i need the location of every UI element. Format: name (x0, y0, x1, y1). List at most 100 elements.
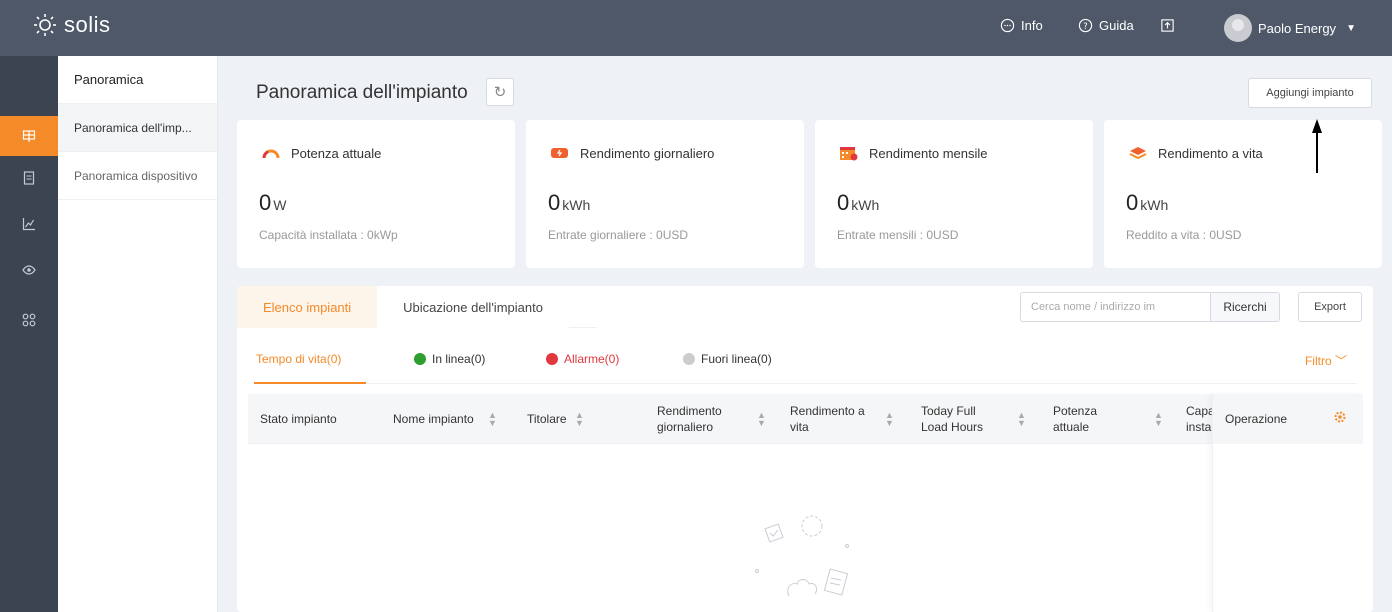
refresh-icon: ↻ (493, 84, 507, 101)
sidebar-header: Panoramica (58, 56, 217, 104)
help-icon: ? (1078, 18, 1093, 33)
add-plant-button[interactable]: Aggiungi impianto (1248, 78, 1372, 108)
filter-dropdown[interactable]: Filtro ﹀ (1305, 352, 1347, 369)
panel-tabs: Elenco impianti Ubicazione dell'impianto (237, 286, 597, 328)
eye-icon (22, 265, 36, 275)
alarm-dot-icon (546, 353, 558, 365)
search-button[interactable]: Ricerchi (1210, 292, 1280, 322)
chat-bubble-icon (1000, 18, 1015, 33)
plant-list-panel: Elenco impianti Ubicazione dell'impianto… (237, 286, 1373, 612)
card-value: 0 (259, 190, 272, 215)
card-value: 0 (1126, 190, 1139, 215)
rail-devices[interactable] (0, 158, 58, 198)
online-dot-icon (414, 353, 426, 365)
card-current-power: Potenza attuale 0W Capacità installata :… (237, 120, 515, 268)
export-button[interactable]: Export (1298, 292, 1362, 322)
layers-icon (1129, 147, 1147, 160)
sort-icon[interactable]: ▲ ▼ (1017, 411, 1026, 428)
card-lifetime-yield: Rendimento a vita 0 kWh Reddito a vita : … (1104, 120, 1382, 268)
filter-label: Allarme(0) (564, 352, 620, 366)
user-menu[interactable]: Paolo Energy ▼ (1224, 14, 1356, 42)
filter-offline[interactable]: Fuori linea(0) (683, 352, 772, 366)
annotation-arrow-icon (1312, 119, 1322, 173)
card-subtitle: Entrate giornaliere : 0USD (548, 228, 689, 242)
card-title: Potenza attuale (291, 145, 382, 161)
card-title: Rendimento mensile (869, 145, 988, 161)
caret-down-icon: ▼ (1346, 22, 1356, 34)
search-input[interactable]: Cerca nome / indirizzo im (1020, 292, 1210, 322)
rail-apps[interactable] (0, 300, 58, 340)
card-value: 0 (548, 190, 561, 215)
filter-dropdown-label: Filtro (1304, 354, 1332, 368)
info-link[interactable]: Info (1000, 18, 1043, 33)
sun-logo-icon (34, 14, 56, 36)
tab-plant-list[interactable]: Elenco impianti (237, 286, 378, 328)
rail-plant[interactable] (0, 116, 58, 156)
info-label: Info (1021, 18, 1043, 33)
offline-dot-icon (683, 353, 695, 365)
rail-monitor[interactable] (0, 250, 58, 290)
user-name: Paolo Energy (1258, 20, 1337, 36)
main-content: Panoramica dell'impianto ↻ Aggiungi impi… (218, 56, 1392, 612)
page-title: Panoramica dell'impianto (256, 82, 468, 103)
col-full-load-hours[interactable]: Today Full Load Hours (921, 394, 1001, 444)
card-value: 0 (837, 190, 850, 215)
calendar-icon (840, 147, 858, 161)
document-icon (23, 171, 35, 185)
filter-alarm[interactable]: Allarme(0) (546, 352, 619, 366)
col-operation-label: Operazione (1225, 412, 1288, 426)
chart-icon (22, 218, 35, 231)
top-bar: solis Info ? Guida Paolo Energy ▼ (0, 0, 1392, 56)
upload-button[interactable] (1160, 18, 1175, 33)
sort-icon[interactable]: ▲ ▼ (885, 411, 894, 428)
col-current-power[interactable]: Potenza attuale (1053, 394, 1123, 444)
sort-icon[interactable]: ▲ ▼ (757, 411, 766, 428)
icon-rail (0, 56, 58, 612)
card-unit: kWh (562, 197, 591, 213)
secondary-sidebar: Panoramica Panoramica dell'imp... Panora… (58, 56, 218, 612)
col-plant-name[interactable]: Nome impianto (393, 394, 483, 444)
sidebar-item-plant-overview[interactable]: Panoramica dell'imp... (58, 104, 217, 152)
active-filter-underline (254, 382, 366, 384)
sidebar-item-device-overview[interactable]: Panoramica dispositivo (58, 152, 217, 200)
tab-plant-location[interactable]: Ubicazione dell'impianto (377, 286, 569, 328)
gauge-icon (262, 149, 280, 159)
card-title: Rendimento a vita (1158, 145, 1263, 161)
col-operation: Operazione (1213, 394, 1363, 444)
empty-state-illustration-icon (755, 515, 849, 597)
filter-online[interactable]: In linea(0) (414, 352, 485, 366)
gear-icon[interactable] (1333, 410, 1347, 424)
card-title: Rendimento giornaliero (580, 145, 715, 161)
brand-name: solis (64, 12, 111, 37)
battery-icon (551, 148, 568, 158)
guide-link[interactable]: ? Guida (1078, 18, 1134, 33)
status-filters: Tempo di vita(0) In linea(0) Allarme(0) … (254, 342, 1357, 384)
card-subtitle: Entrate mensili : 0USD (837, 228, 959, 242)
card-subtitle: Capacità installata : 0kWp (259, 228, 398, 242)
sort-icon[interactable]: ▲ ▼ (488, 411, 497, 428)
plant-icon (22, 130, 36, 142)
filter-label: Tempo di vita(0) (256, 352, 342, 366)
svg-text:?: ? (1083, 21, 1087, 31)
sort-icon[interactable]: ▲ ▼ (1154, 411, 1163, 428)
table-header: Stato impianto Nome impianto ▲ ▼ Titolare… (248, 394, 1362, 444)
card-daily-yield: Rendimento giornaliero 0 kWh Entrate gior… (526, 120, 804, 268)
col-daily-yield[interactable]: Rendimento giornaliero (657, 394, 747, 444)
avatar (1224, 14, 1252, 42)
solis-logo[interactable]: solis (32, 12, 111, 38)
upload-icon (1161, 19, 1174, 32)
card-subtitle: Reddito a vita : 0USD (1126, 228, 1242, 242)
card-unit: kWh (1140, 197, 1169, 213)
filter-lifetime[interactable]: Tempo di vita(0) (256, 352, 341, 366)
rail-reports[interactable] (0, 204, 58, 244)
chevron-down-icon: ﹀ (1334, 354, 1347, 368)
card-unit: kWh (851, 197, 880, 213)
guide-label: Guida (1099, 18, 1134, 33)
operation-column: Operazione (1212, 394, 1363, 612)
sort-icon[interactable]: ▲ ▼ (575, 411, 584, 428)
col-lifetime-yield[interactable]: Rendimento a vita (790, 394, 878, 444)
refresh-button[interactable]: ↻ (486, 78, 514, 106)
apps-icon (22, 313, 36, 327)
card-unit: W (273, 197, 287, 213)
filter-label: Fuori linea(0) (701, 352, 772, 366)
